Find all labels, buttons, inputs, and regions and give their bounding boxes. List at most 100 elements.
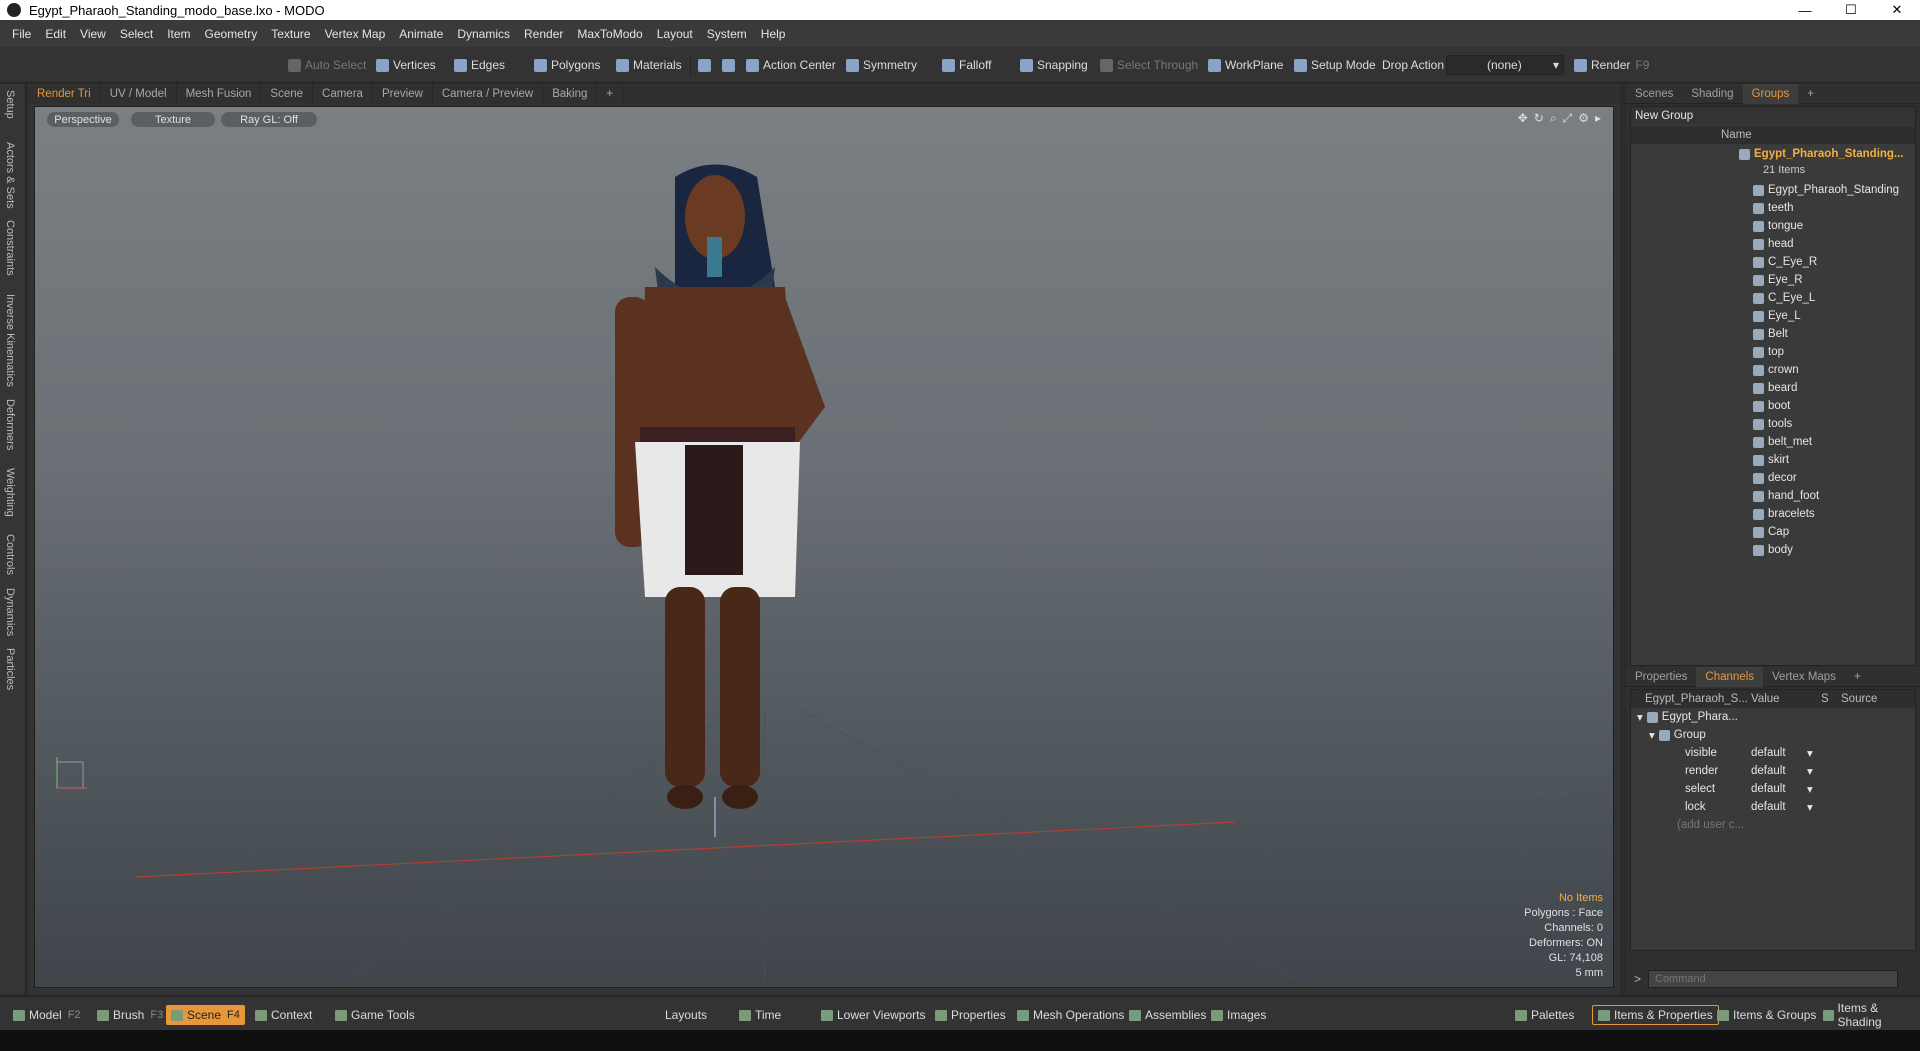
select-through-button[interactable]: Select Through — [1096, 55, 1202, 75]
list-item[interactable]: C_Eye_R — [1631, 253, 1915, 271]
menu-texture[interactable]: Texture — [264, 27, 317, 41]
palettes-button[interactable]: Palettes — [1510, 1005, 1579, 1025]
tab-inverse-kinematics[interactable]: Inverse Kinematics — [4, 294, 16, 387]
tab-scenes[interactable]: Scenes — [1626, 84, 1682, 104]
list-item[interactable]: top — [1631, 343, 1915, 361]
expand-arrow-icon[interactable]: ▾ — [1637, 710, 1643, 724]
tab-actors-sets[interactable]: Actors & Sets — [4, 142, 16, 209]
tab-constraints[interactable]: Constraints — [4, 220, 16, 276]
tab-controls[interactable]: Controls — [4, 534, 16, 575]
chevron-down-icon[interactable]: ▾ — [1807, 800, 1813, 814]
add-user-channel[interactable]: (add user c... — [1631, 816, 1915, 834]
mesh-operations-button[interactable]: Mesh Operations — [1012, 1005, 1129, 1025]
channel-group[interactable]: ▾ Group — [1631, 726, 1915, 744]
menu-file[interactable]: File — [5, 27, 38, 41]
tab-setup[interactable]: Setup — [4, 90, 16, 119]
new-group-button[interactable]: New Group — [1631, 107, 1915, 125]
list-item[interactable]: C_Eye_L — [1631, 289, 1915, 307]
shield-button[interactable] — [694, 55, 719, 75]
tab-particles[interactable]: Particles — [4, 648, 16, 690]
setup-mode-button[interactable]: Setup Mode — [1290, 55, 1380, 75]
layouts-button[interactable]: Layouts — [660, 1005, 712, 1025]
tab-camera-preview[interactable]: Camera / Preview — [433, 84, 544, 104]
game-tools-tab[interactable]: Game Tools — [330, 1005, 420, 1025]
channel-row[interactable]: visible default ▾ — [1631, 744, 1915, 762]
items-properties-button[interactable]: Items & Properties — [1592, 1005, 1719, 1025]
menu-render[interactable]: Render — [517, 27, 570, 41]
channel-row[interactable]: lock default ▾ — [1631, 798, 1915, 816]
list-item[interactable]: boot — [1631, 397, 1915, 415]
drop-action-select[interactable]: (none) ▾ — [1446, 55, 1564, 75]
list-item[interactable]: skirt — [1631, 451, 1915, 469]
channel-row[interactable]: select default ▾ — [1631, 780, 1915, 798]
chevron-down-icon[interactable]: ▾ — [1807, 782, 1813, 796]
properties-button[interactable]: Properties — [930, 1005, 1011, 1025]
menu-vertex-map[interactable]: Vertex Map — [318, 27, 393, 41]
tab-vertex-maps[interactable]: Vertex Maps — [1763, 667, 1845, 687]
channel-row[interactable]: render default ▾ — [1631, 762, 1915, 780]
add-tab-button[interactable]: + — [597, 84, 624, 104]
channel-item[interactable]: ▾ Egypt_Phara... — [1631, 708, 1915, 726]
menu-system[interactable]: System — [700, 27, 754, 41]
items-groups-button[interactable]: Items & Groups — [1712, 1005, 1821, 1025]
list-item[interactable]: Belt — [1631, 325, 1915, 343]
snapping-button[interactable]: Snapping — [1016, 55, 1092, 75]
add-properties-tab[interactable]: + — [1845, 667, 1870, 687]
maximize-button[interactable]: ☐ — [1828, 0, 1874, 20]
workplane-button[interactable]: WorkPlane — [1204, 55, 1287, 75]
list-item[interactable]: Egypt_Pharaoh_Standing — [1631, 181, 1915, 199]
menu-layout[interactable]: Layout — [650, 27, 700, 41]
tab-channels[interactable]: Channels — [1696, 666, 1764, 687]
list-item[interactable]: tongue — [1631, 217, 1915, 235]
images-button[interactable]: Images — [1206, 1005, 1271, 1025]
items-shading-button[interactable]: Items & Shading — [1818, 1001, 1920, 1029]
gear-shield-button[interactable] — [718, 55, 743, 75]
list-item[interactable]: tools — [1631, 415, 1915, 433]
list-item[interactable]: crown — [1631, 361, 1915, 379]
time-button[interactable]: Time — [734, 1005, 786, 1025]
menu-dynamics[interactable]: Dynamics — [450, 27, 517, 41]
menu-geometry[interactable]: Geometry — [198, 27, 265, 41]
list-item[interactable]: Eye_L — [1631, 307, 1915, 325]
tab-scene[interactable]: Scene — [261, 84, 314, 104]
edges-button[interactable]: Edges — [450, 55, 509, 75]
materials-button[interactable]: Materials — [612, 55, 686, 75]
tab-baking[interactable]: Baking — [543, 84, 598, 104]
menu-maxtomodo[interactable]: MaxToModo — [570, 27, 649, 41]
chevron-down-icon[interactable]: ▾ — [1807, 764, 1813, 778]
expand-arrow-icon[interactable]: ▾ — [1649, 728, 1655, 742]
list-item[interactable]: Eye_R — [1631, 271, 1915, 289]
close-button[interactable]: ✕ — [1874, 0, 1920, 20]
polygons-button[interactable]: Polygons — [530, 55, 604, 75]
tab-camera[interactable]: Camera — [313, 84, 373, 104]
symmetry-button[interactable]: Symmetry — [842, 55, 921, 75]
tab-render-tri[interactable]: Render Tri — [28, 84, 101, 104]
minimize-button[interactable]: — — [1782, 0, 1828, 20]
list-item[interactable]: teeth — [1631, 199, 1915, 217]
menu-item[interactable]: Item — [160, 27, 197, 41]
chevron-down-icon[interactable]: ▾ — [1807, 746, 1813, 760]
tab-preview[interactable]: Preview — [373, 84, 433, 104]
lower-viewports-button[interactable]: Lower Viewports — [816, 1005, 931, 1025]
list-item[interactable]: Cap — [1631, 523, 1915, 541]
context-tab[interactable]: Context — [250, 1005, 317, 1025]
assemblies-button[interactable]: Assemblies — [1124, 1005, 1211, 1025]
menu-select[interactable]: Select — [113, 27, 160, 41]
list-item[interactable]: belt_met — [1631, 433, 1915, 451]
tab-shading[interactable]: Shading — [1682, 84, 1742, 104]
list-item[interactable]: decor — [1631, 469, 1915, 487]
command-input[interactable] — [1648, 970, 1898, 988]
falloff-button[interactable]: Falloff — [938, 55, 995, 75]
menu-help[interactable]: Help — [754, 27, 793, 41]
action-center-button[interactable]: Action Center — [742, 55, 840, 75]
list-item[interactable]: head — [1631, 235, 1915, 253]
tab-mesh-fusion[interactable]: Mesh Fusion — [177, 84, 262, 104]
scene-tab[interactable]: Scene F4 — [166, 1005, 245, 1025]
auto-select-button[interactable]: Auto Select — [284, 55, 370, 75]
list-item[interactable]: bracelets — [1631, 505, 1915, 523]
add-panel-tab[interactable]: + — [1798, 84, 1823, 104]
render-button[interactable]: Render F9 — [1570, 55, 1653, 75]
tab-deformers[interactable]: Deformers — [4, 399, 16, 450]
menu-animate[interactable]: Animate — [392, 27, 450, 41]
model-tab[interactable]: Model F2 — [8, 1005, 86, 1025]
